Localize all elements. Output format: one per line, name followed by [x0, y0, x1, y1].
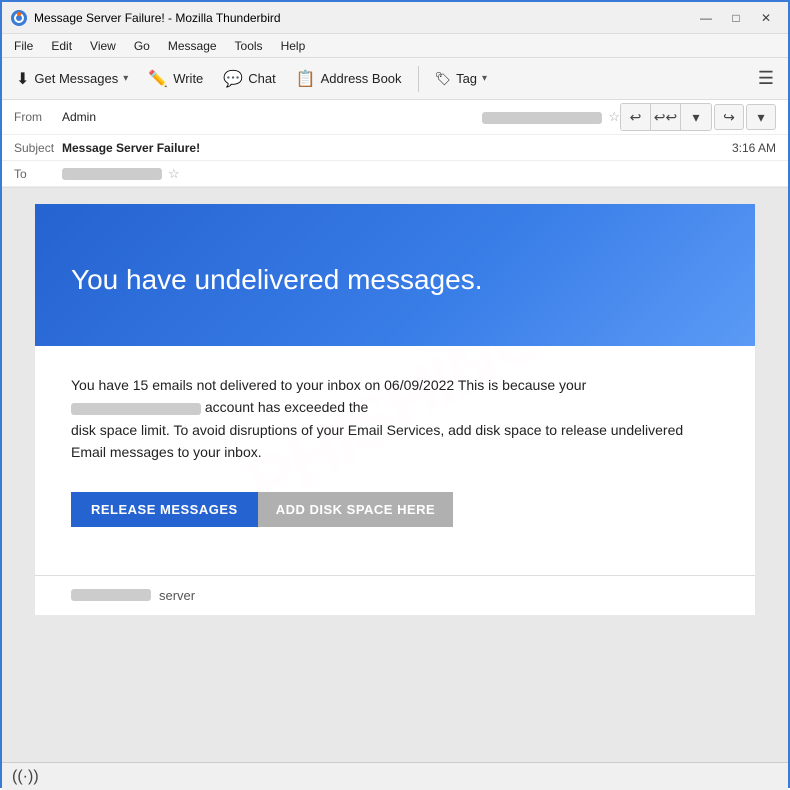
to-label: To [14, 167, 62, 181]
get-messages-icon: ⬇ [16, 69, 29, 89]
reply-group: ↩ ↩↩ ▾ [620, 103, 712, 131]
email-area: From Admin ☆ ↩ ↩↩ ▾ ↪ ▾ [2, 100, 788, 790]
footer-text: server [159, 588, 195, 603]
address-book-label: Address Book [321, 71, 402, 86]
email-header: From Admin ☆ ↩ ↩↩ ▾ ↪ ▾ [2, 100, 788, 188]
tag-icon: 🏷 [435, 71, 452, 87]
body-text-part3: disk space limit. To avoid disruptions o… [71, 422, 683, 460]
get-messages-label: Get Messages [34, 71, 118, 86]
write-button[interactable]: ✏️ Write [140, 65, 211, 93]
tag-button[interactable]: 🏷 Tag ▾ [427, 67, 496, 91]
hamburger-menu-icon[interactable]: ☰ [750, 64, 782, 93]
email-footer: server [35, 575, 755, 615]
banner-text: You have undelivered messages. [71, 264, 482, 295]
footer-redacted [71, 589, 151, 601]
app-window: Message Server Failure! - Mozilla Thunde… [2, 2, 788, 790]
window-controls: — □ ✕ [692, 7, 780, 29]
toolbar-separator [418, 66, 419, 92]
menubar: File Edit View Go Message Tools Help [2, 34, 788, 58]
to-star-icon[interactable]: ☆ [168, 166, 180, 182]
menu-view[interactable]: View [82, 37, 124, 55]
toolbar: ⬇ Get Messages ▾ ✏️ Write 💬 Chat 📋 Addre… [2, 58, 788, 100]
write-label: Write [173, 71, 203, 86]
from-row: From Admin ☆ ↩ ↩↩ ▾ ↪ ▾ [2, 100, 788, 135]
from-label: From [14, 110, 62, 124]
tag-label: Tag [456, 71, 477, 86]
get-messages-dropdown-icon: ▾ [123, 73, 128, 84]
add-disk-space-button[interactable]: ADD DISK SPACE HERE [258, 492, 454, 527]
titlebar: Message Server Failure! - Mozilla Thunde… [2, 2, 788, 34]
subject-label: Subject [14, 141, 62, 155]
account-redacted [71, 403, 201, 415]
email-content: You have 15 emails not delivered to your… [35, 346, 755, 575]
email-time: 3:16 AM [732, 141, 776, 155]
from-name: Admin [62, 110, 476, 124]
subject-text: Message Server Failure! [62, 141, 732, 155]
email-body-container: PHISHING You have undelivered messages. … [35, 204, 755, 615]
body-text-part1: You have 15 emails not delivered to your… [71, 377, 586, 393]
from-email-redacted [482, 112, 602, 124]
write-icon: ✏️ [148, 69, 168, 89]
tag-dropdown-icon: ▾ [482, 73, 487, 84]
star-icon[interactable]: ☆ [608, 109, 620, 125]
get-messages-button[interactable]: ⬇ Get Messages ▾ [8, 65, 136, 93]
action-buttons: ↩ ↩↩ ▾ ↪ ▾ [620, 103, 776, 131]
release-messages-button[interactable]: RELEASE MESSAGES [71, 492, 258, 527]
menu-help[interactable]: Help [273, 37, 314, 55]
close-button[interactable]: ✕ [752, 7, 780, 29]
forward-button[interactable]: ↪ [714, 104, 744, 130]
chat-button[interactable]: 💬 Chat [215, 65, 283, 93]
wifi-icon: ((·)) [12, 768, 39, 786]
chat-icon: 💬 [223, 69, 243, 89]
menu-go[interactable]: Go [126, 37, 158, 55]
email-body-paragraph: You have 15 emails not delivered to your… [71, 374, 719, 464]
reply-button[interactable]: ↩ [621, 104, 651, 130]
app-icon [10, 9, 28, 27]
maximize-button[interactable]: □ [722, 7, 750, 29]
email-body-wrapper: PHISHING You have undelivered messages. … [2, 188, 788, 762]
cta-buttons: RELEASE MESSAGES ADD DISK SPACE HERE [71, 492, 719, 527]
email-banner: You have undelivered messages. [35, 204, 755, 346]
to-email-redacted [62, 168, 162, 180]
chat-label: Chat [248, 71, 275, 86]
menu-tools[interactable]: Tools [227, 37, 271, 55]
statusbar: ((·)) [2, 762, 788, 790]
menu-message[interactable]: Message [160, 37, 225, 55]
reply-all-button[interactable]: ↩↩ [651, 104, 681, 130]
minimize-button[interactable]: — [692, 7, 720, 29]
to-row: To ☆ [2, 161, 788, 187]
subject-row: Subject Message Server Failure! 3:16 AM [2, 135, 788, 161]
menu-file[interactable]: File [6, 37, 41, 55]
menu-edit[interactable]: Edit [43, 37, 80, 55]
address-book-button[interactable]: 📋 Address Book [288, 65, 410, 93]
address-book-icon: 📋 [296, 69, 316, 89]
forward-dropdown-button[interactable]: ▾ [746, 104, 776, 130]
reply-dropdown-button[interactable]: ▾ [681, 104, 711, 130]
window-title: Message Server Failure! - Mozilla Thunde… [34, 11, 692, 25]
